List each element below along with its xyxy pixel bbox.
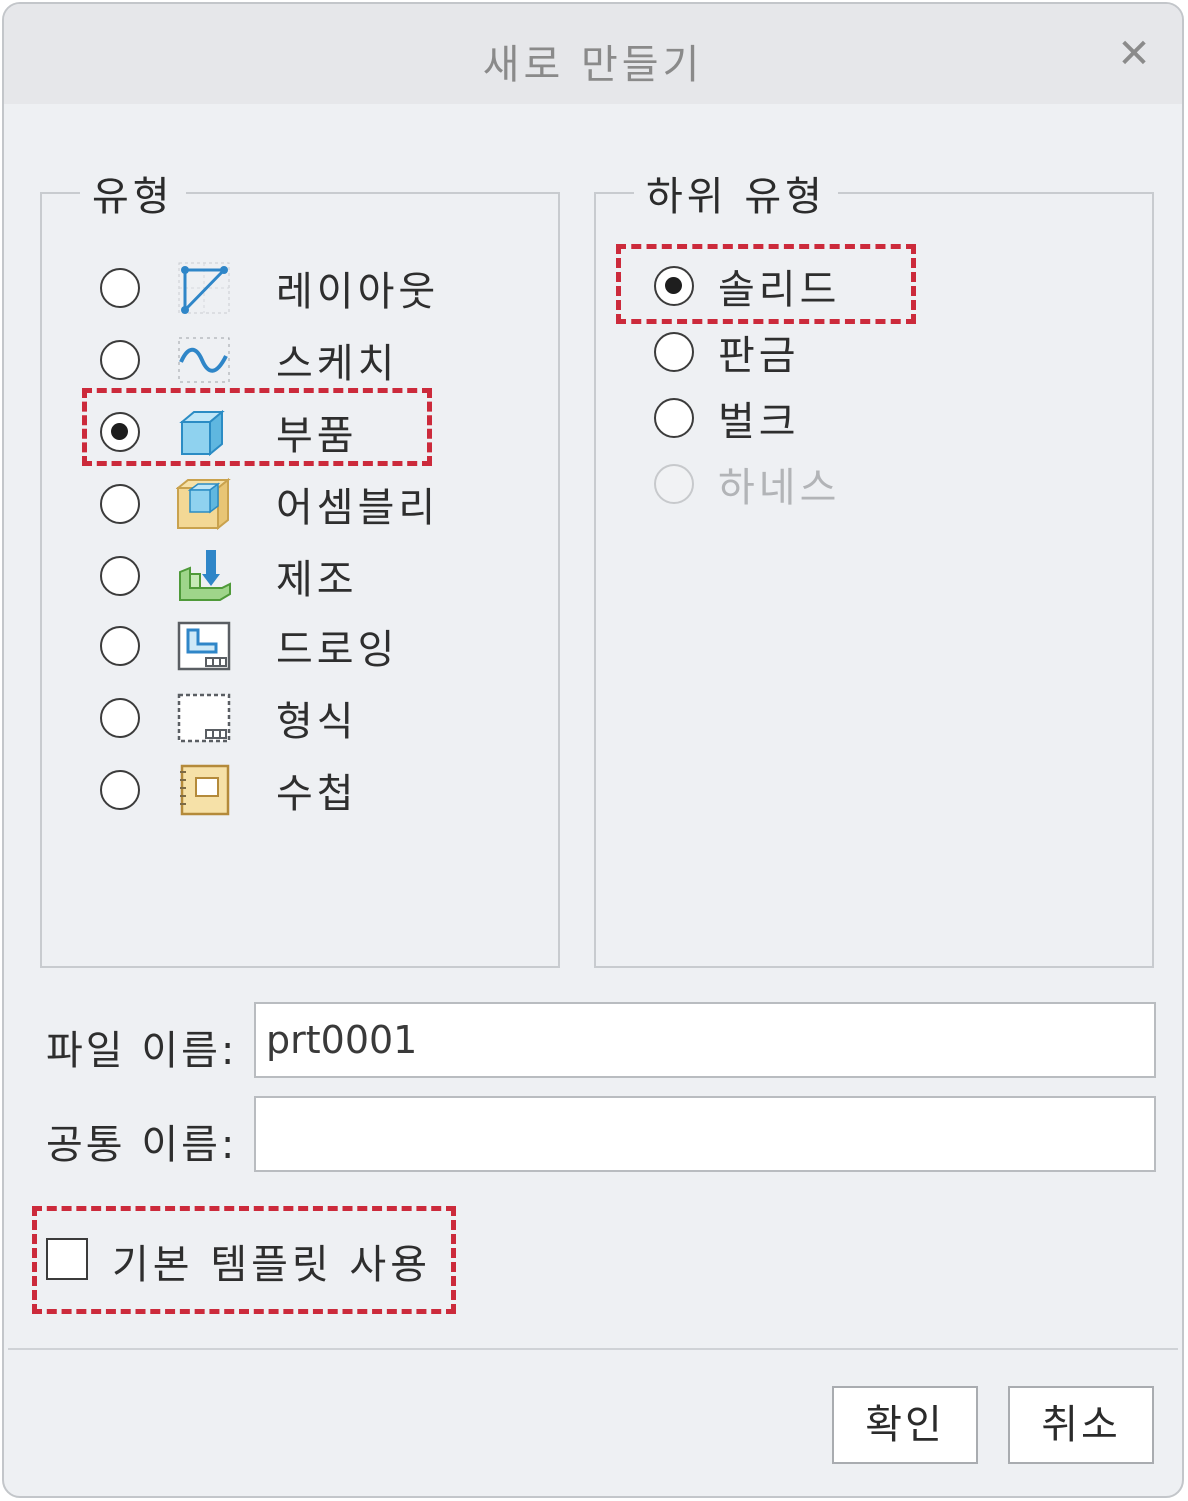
subtype-group-legend: 하위 유형 — [646, 174, 826, 220]
radio-button[interactable] — [654, 266, 694, 306]
type-option-part[interactable]: 부품 — [100, 402, 358, 462]
file-name-label: 파일 이름: — [46, 1028, 238, 1074]
type-label: 부품 — [276, 413, 358, 459]
type-option-layout[interactable]: 레이아웃 — [100, 258, 439, 318]
radio-button[interactable] — [100, 626, 140, 666]
type-label: 어셈블리 — [276, 485, 440, 531]
type-option-drawing[interactable]: 드로잉 — [100, 616, 398, 676]
radio-button[interactable] — [654, 332, 694, 372]
use-default-template-checkbox[interactable] — [46, 1238, 88, 1280]
part-icon — [176, 404, 232, 460]
close-icon[interactable]: ✕ — [1114, 34, 1154, 74]
sketch-icon — [176, 332, 232, 388]
common-name-label: 공통 이름: — [46, 1122, 238, 1168]
radio-button[interactable] — [100, 770, 140, 810]
dialog-title: 새로 만들기 — [482, 42, 704, 88]
type-label: 형식 — [276, 699, 358, 745]
subtype-label: 하네스 — [718, 465, 841, 511]
type-label: 스케치 — [276, 341, 399, 387]
radio-button[interactable] — [100, 698, 140, 738]
type-option-notebook[interactable]: 수첩 — [100, 760, 358, 820]
subtype-option-solid[interactable]: 솔리드 — [654, 256, 840, 316]
type-group-legend: 유형 — [92, 174, 174, 220]
type-option-sketch[interactable]: 스케치 — [100, 330, 398, 390]
format-icon — [176, 690, 232, 746]
new-dialog: 새로 만들기 ✕ 유형 하위 유형 레이아웃 스케치 부품 어셈블리 제조 드로… — [2, 2, 1184, 1498]
drawing-icon — [176, 618, 232, 674]
file-name-input[interactable] — [254, 1002, 1156, 1078]
title-bar[interactable]: 새로 만들기 ✕ — [4, 4, 1182, 104]
use-default-template-label[interactable]: 기본 템플릿 사용 — [112, 1232, 431, 1290]
type-option-assembly[interactable]: 어셈블리 — [100, 474, 439, 534]
subtype-label: 판금 — [718, 333, 800, 379]
radio-button[interactable] — [100, 556, 140, 596]
radio-button[interactable] — [654, 398, 694, 438]
subtype-label: 솔리드 — [718, 267, 841, 313]
ok-button[interactable]: 확인 — [832, 1386, 978, 1464]
radio-button[interactable] — [100, 268, 140, 308]
common-name-input[interactable] — [254, 1096, 1156, 1172]
radio-button[interactable] — [100, 340, 140, 380]
separator — [8, 1348, 1178, 1350]
layout-icon — [176, 260, 232, 316]
subtype-label: 벌크 — [718, 399, 800, 445]
radio-button — [654, 464, 694, 504]
type-label: 제조 — [276, 557, 358, 603]
radio-button[interactable] — [100, 484, 140, 524]
type-label: 드로잉 — [276, 627, 399, 673]
assembly-icon — [176, 476, 232, 532]
radio-button[interactable] — [100, 412, 140, 452]
notebook-icon — [176, 762, 232, 818]
type-option-format[interactable]: 형식 — [100, 688, 358, 748]
subtype-option-harness: 하네스 — [654, 454, 840, 514]
manufacturing-icon — [176, 548, 232, 604]
cancel-button[interactable]: 취소 — [1008, 1386, 1154, 1464]
subtype-option-bulk[interactable]: 벌크 — [654, 388, 800, 448]
type-label: 수첩 — [276, 771, 358, 817]
type-label: 레이아웃 — [276, 269, 440, 315]
type-option-manufacturing[interactable]: 제조 — [100, 546, 358, 606]
subtype-option-sheetmetal[interactable]: 판금 — [654, 322, 800, 382]
